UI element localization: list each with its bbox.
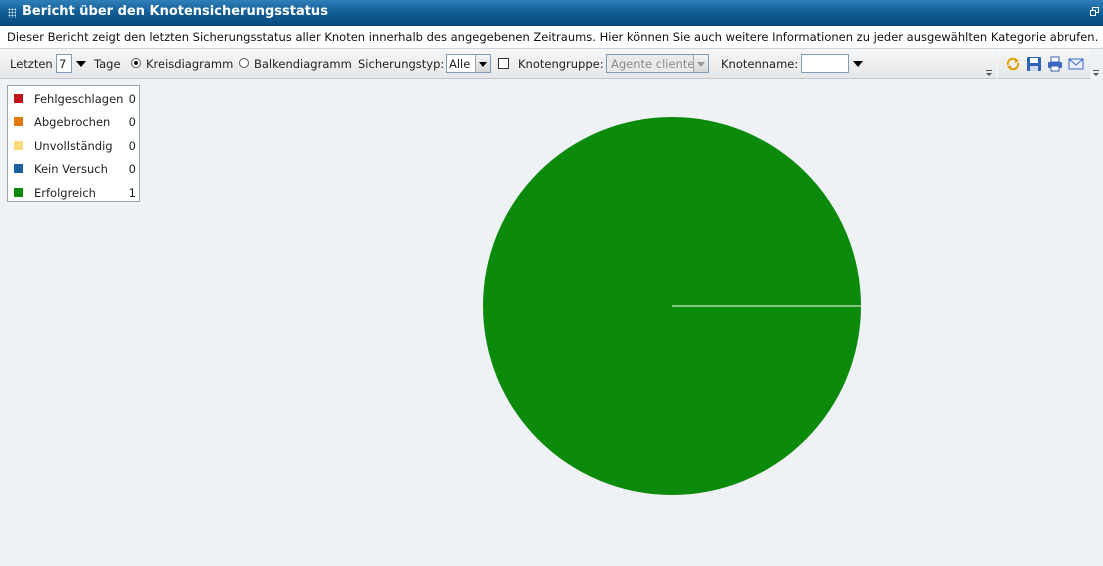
filter-toolbar: Letzten 7 Tage Kreisdiagramm Balkendiagr…: [0, 49, 996, 79]
status-pie-chart[interactable]: [470, 105, 870, 505]
legend-swatch: [14, 141, 23, 150]
backup-type-label: Sicherungstyp:: [358, 56, 445, 71]
legend-value: 0: [128, 115, 136, 129]
drag-grip-icon[interactable]: [8, 8, 16, 18]
node-name-dropdown-icon[interactable]: [853, 61, 863, 67]
print-icon[interactable]: [1047, 56, 1063, 72]
last-label: Letzten: [10, 56, 53, 71]
legend-item[interactable]: Erfolgreich 1: [8, 185, 141, 203]
description-text: Dieser Bericht zeigt den letzten Sicheru…: [7, 30, 1099, 44]
node-name-input[interactable]: [801, 54, 849, 73]
chart-legend: Fehlgeschlagen 0 Abgebrochen 0 Unvollstä…: [7, 85, 140, 202]
legend-item[interactable]: Unvollständig 0: [8, 138, 141, 156]
node-group-dropdown-icon: [693, 55, 708, 72]
days-label: Tage: [94, 56, 121, 71]
toolbar-overflow-icon[interactable]: [984, 63, 994, 77]
legend-label: Kein Versuch: [34, 162, 108, 176]
legend-swatch: [14, 94, 23, 103]
bar-chart-radio[interactable]: [239, 58, 249, 68]
legend-label: Abgebrochen: [34, 115, 111, 129]
legend-item[interactable]: Kein Versuch 0: [8, 161, 141, 179]
pie-chart-label[interactable]: Kreisdiagramm: [146, 49, 233, 78]
days-field[interactable]: 7: [56, 54, 72, 73]
email-icon[interactable]: [1068, 56, 1084, 72]
backup-type-select[interactable]: Alle: [446, 54, 491, 73]
backup-type-dropdown-icon[interactable]: [475, 55, 490, 72]
node-name-label: Knotenname:: [721, 56, 799, 71]
legend-label: Unvollständig: [34, 139, 113, 153]
node-group-label: Knotengruppe:: [518, 56, 604, 71]
legend-label: Fehlgeschlagen: [34, 92, 124, 106]
report-description: Dieser Bericht zeigt den letzten Sicheru…: [0, 26, 1103, 49]
days-dropdown-icon[interactable]: [76, 61, 86, 67]
legend-item[interactable]: Abgebrochen 0: [8, 114, 141, 132]
node-group-checkbox[interactable]: [498, 58, 509, 69]
legend-label: Erfolgreich: [34, 186, 96, 200]
node-group-select: Agente cliente: [606, 54, 709, 73]
action-toolbar-overflow-icon[interactable]: [1091, 63, 1101, 77]
pie-chart-radio[interactable]: [131, 58, 141, 68]
legend-value: 0: [128, 139, 136, 153]
legend-value: 0: [128, 92, 136, 106]
node-group-value: Agente cliente: [611, 57, 695, 71]
backup-type-value: Alle: [449, 57, 471, 71]
refresh-icon[interactable]: [1005, 56, 1021, 72]
window-titlebar: Bericht über den Knotensicherungsstatus: [0, 0, 1103, 26]
legend-swatch: [14, 164, 23, 173]
legend-swatch: [14, 117, 23, 126]
window-title: Bericht über den Knotensicherungsstatus: [22, 4, 328, 19]
bar-chart-label[interactable]: Balkendiagramm: [254, 49, 352, 78]
legend-value: 0: [128, 162, 136, 176]
days-value: 7: [59, 57, 67, 71]
restore-window-icon[interactable]: [1090, 7, 1099, 16]
legend-item[interactable]: Fehlgeschlagen 0: [8, 91, 141, 109]
legend-swatch: [14, 188, 23, 197]
save-icon[interactable]: [1026, 56, 1042, 72]
legend-value: 1: [128, 186, 136, 200]
